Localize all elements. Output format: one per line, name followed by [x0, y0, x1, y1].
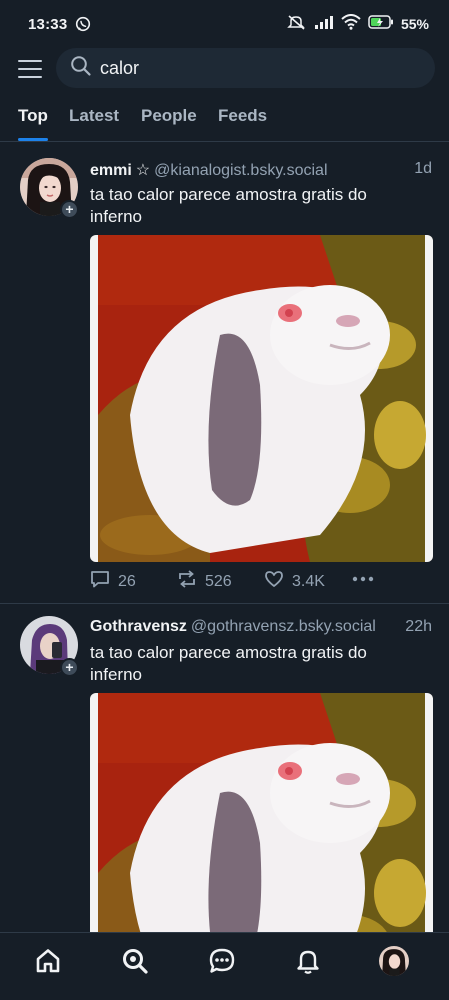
post[interactable]: + emmi ☆ @kianalogist.bsky.social 1d ta ta…: [0, 146, 449, 604]
post-text: ta tao calor parece amostra gratis do in…: [90, 643, 367, 684]
post-header: emmi ☆ @kianalogist.bsky.social: [90, 160, 436, 182]
active-tab-indicator: [18, 138, 48, 141]
repost-count: 526: [205, 572, 232, 590]
chat-icon[interactable]: [206, 945, 238, 977]
home-icon[interactable]: [32, 945, 64, 977]
author-handle[interactable]: @kianalogist.bsky.social: [154, 162, 327, 179]
like-button[interactable]: 3.4K: [264, 570, 325, 593]
repost-icon: [177, 570, 197, 593]
bell-icon[interactable]: [292, 945, 324, 977]
tab-people[interactable]: People: [141, 106, 197, 126]
profile-avatar[interactable]: [378, 945, 410, 977]
post-image[interactable]: [90, 693, 433, 934]
search-input[interactable]: calor: [56, 48, 435, 88]
author-handle[interactable]: @gothravensz.bsky.social: [191, 618, 376, 635]
tab-top[interactable]: Top: [18, 106, 48, 126]
follow-plus-icon[interactable]: +: [60, 200, 79, 219]
post-text: ta tao calor parece amostra gratis do in…: [90, 185, 367, 226]
author-name[interactable]: Gothravensz: [90, 618, 187, 635]
mute-icon: [287, 14, 307, 34]
search-query: calor: [100, 57, 140, 78]
wifi-icon: [341, 14, 361, 34]
reply-button[interactable]: 26: [90, 570, 136, 593]
status-bar: 13:33 55%: [0, 0, 449, 48]
tab-feeds[interactable]: Feeds: [218, 106, 267, 126]
follow-plus-icon[interactable]: +: [60, 658, 79, 677]
reply-count: 26: [118, 572, 136, 590]
battery-icon: [368, 15, 394, 33]
status-time: 13:33: [28, 15, 68, 33]
post-header: Gothravensz @gothravensz.bsky.social: [90, 618, 436, 640]
heart-icon: [264, 570, 284, 593]
post-time: 1d: [414, 160, 432, 177]
search-tabs: Top Latest People Feeds: [0, 98, 449, 142]
author-name[interactable]: emmi: [90, 162, 132, 179]
whatsapp-icon: [75, 16, 91, 32]
more-options-icon[interactable]: [352, 576, 374, 582]
reply-icon: [90, 570, 110, 593]
search-icon[interactable]: [119, 945, 151, 977]
search-header: calor: [0, 48, 449, 92]
tab-latest[interactable]: Latest: [69, 106, 119, 126]
menu-icon[interactable]: [18, 56, 44, 82]
author-badge: ☆: [135, 162, 151, 179]
post-image[interactable]: [90, 235, 433, 562]
bottom-navigation: [0, 932, 449, 1000]
battery-percentage: 55%: [400, 16, 429, 32]
post-time: 22h: [405, 618, 432, 635]
signal-icon: [314, 15, 334, 33]
like-count: 3.4K: [292, 572, 325, 590]
repost-button[interactable]: 526: [177, 570, 232, 593]
post[interactable]: + Gothravensz @gothravensz.bsky.social 22…: [0, 604, 449, 934]
search-icon: [70, 55, 100, 82]
post-actions: 26 526 3.4K: [90, 570, 390, 592]
